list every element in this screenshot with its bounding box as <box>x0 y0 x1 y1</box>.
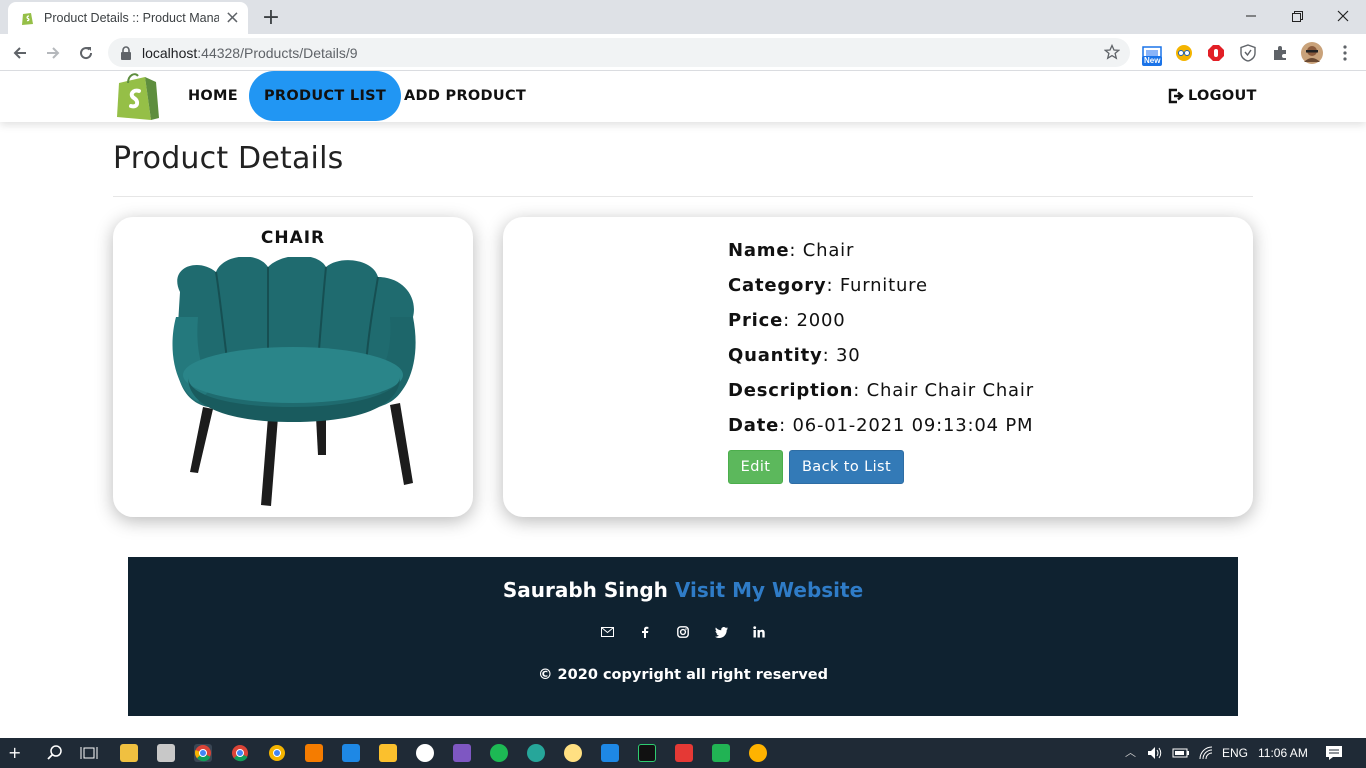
mongodb-icon[interactable] <box>416 744 434 762</box>
detail-row-name: Name: Chair <box>728 240 855 261</box>
clock-time[interactable]: 11:06 AM <box>1258 746 1308 760</box>
app-icon-orange[interactable] <box>749 744 767 762</box>
xampp-icon[interactable] <box>305 744 323 762</box>
back-arrow-icon[interactable] <box>7 40 33 66</box>
detail-row-date: Date: 06-01-2021 09:13:04 PM <box>728 415 1034 436</box>
detail-row-price: Price: 2000 <box>728 310 846 331</box>
site-navbar: HOME PRODUCT LIST ADD PRODUCT LOGOUT <box>0 71 1366 122</box>
app-icon-yellow[interactable] <box>379 744 397 762</box>
logout-label: LOGOUT <box>1188 88 1257 104</box>
close-window-icon[interactable] <box>1320 0 1366 32</box>
extensions-puzzle-icon[interactable] <box>1269 42 1291 64</box>
nav-home-link[interactable]: HOME <box>188 71 238 121</box>
product-image-card: CHAIR <box>113 217 473 517</box>
minimize-icon[interactable] <box>1228 0 1274 32</box>
detail-row-category: Category: Furniture <box>728 275 928 296</box>
adblock-extension-icon[interactable] <box>1205 42 1227 64</box>
lock-icon[interactable] <box>120 45 132 60</box>
browser-menu-icon[interactable] <box>1334 42 1356 64</box>
forward-arrow-icon[interactable] <box>40 40 66 66</box>
tab-close-icon[interactable]: × <box>225 9 240 27</box>
chrome-active-icon[interactable] <box>194 744 212 762</box>
detail-row-description: Description: Chair Chair Chair <box>728 380 1034 401</box>
new-extension-icon[interactable]: New <box>1141 42 1163 66</box>
app-icon-blue[interactable] <box>342 744 360 762</box>
instagram-icon[interactable] <box>676 625 690 639</box>
language-indicator[interactable]: ENG <box>1222 746 1248 760</box>
browser-tabstrip: Product Details :: Product Manag × + <box>0 0 1366 34</box>
product-details-list: Name: Chair Category: Furniture Price: 2… <box>728 240 1034 450</box>
pycharm-icon[interactable] <box>638 744 656 762</box>
page-title: Product Details <box>113 141 344 176</box>
app-icon-green[interactable] <box>712 744 730 762</box>
glasses-extension-icon[interactable] <box>1173 42 1195 64</box>
detail-row-quantity: Quantity: 30 <box>728 345 861 366</box>
site-footer: Saurabh Singh Visit My Website © 2020 co… <box>128 557 1238 716</box>
footer-social-icons <box>128 625 1238 639</box>
visual-studio-icon[interactable] <box>453 744 471 762</box>
browser-tab[interactable]: Product Details :: Product Manag × <box>8 2 248 34</box>
spotify-icon[interactable] <box>490 744 508 762</box>
chrome-profile-icon[interactable] <box>231 744 249 762</box>
back-to-list-button[interactable]: Back to List <box>789 450 904 484</box>
url-text: localhost:44328/Products/Details/9 <box>142 44 358 61</box>
nav-product-list-link[interactable]: PRODUCT LIST <box>249 71 402 121</box>
shopify-logo[interactable] <box>115 71 161 121</box>
start-plus-icon[interactable]: + <box>8 744 26 762</box>
bookmark-star-icon[interactable] <box>1103 43 1121 64</box>
footer-copyright: © 2020 copyright all right reserved <box>538 667 828 683</box>
chrome-canary-icon[interactable] <box>268 744 286 762</box>
new-tab-icon[interactable]: + <box>258 4 284 30</box>
facebook-icon[interactable] <box>638 625 652 639</box>
title-divider <box>113 196 1253 197</box>
tab-title: Product Details :: Product Manag <box>44 11 219 25</box>
volume-icon[interactable] <box>1146 744 1164 762</box>
web-page: HOME PRODUCT LIST ADD PRODUCT LOGOUT Pro… <box>0 71 1366 738</box>
shopify-favicon-icon <box>22 13 33 25</box>
twitter-icon[interactable] <box>714 625 728 639</box>
restore-icon[interactable] <box>1274 0 1320 32</box>
logout-icon <box>1168 88 1184 104</box>
linkedin-icon[interactable] <box>752 625 766 639</box>
logout-link[interactable]: LOGOUT <box>1168 71 1257 121</box>
app-icon-face[interactable] <box>564 744 582 762</box>
nav-add-product-link[interactable]: ADD PRODUCT <box>404 71 526 121</box>
vscode-icon[interactable] <box>601 744 619 762</box>
shield-extension-icon[interactable] <box>1237 42 1259 64</box>
notifications-icon[interactable] <box>1325 744 1343 762</box>
edit-button[interactable]: Edit <box>728 450 783 484</box>
search-icon[interactable] <box>46 744 64 762</box>
product-chair-image <box>172 257 416 506</box>
wifi-icon[interactable] <box>1197 744 1215 762</box>
address-bar[interactable]: localhost:44328/Products/Details/9 <box>108 38 1130 67</box>
footer-author-line: Saurabh Singh Visit My Website <box>128 578 1238 602</box>
battery-icon[interactable] <box>1172 744 1190 762</box>
windows-taskbar: + ︿ ENG 11:06 AM <box>0 738 1366 768</box>
tray-chevron-icon[interactable]: ︿ <box>1125 744 1143 762</box>
reload-icon[interactable] <box>73 40 99 66</box>
email-icon[interactable] <box>600 625 614 639</box>
footer-website-link[interactable]: Visit My Website <box>675 578 863 602</box>
browser-toolbar: localhost:44328/Products/Details/9 New <box>0 34 1366 71</box>
product-info-card: Name: Chair Category: Furniture Price: 2… <box>503 217 1253 517</box>
footer-author: Saurabh Singh <box>502 578 668 602</box>
window-app-icon[interactable] <box>157 744 175 762</box>
task-view-icon[interactable] <box>80 744 98 762</box>
file-explorer-icon[interactable] <box>120 744 138 762</box>
gitkraken-icon[interactable] <box>527 744 545 762</box>
app-icon-yb[interactable] <box>675 744 693 762</box>
product-card-title: CHAIR <box>260 228 326 248</box>
profile-avatar[interactable] <box>1301 42 1323 64</box>
